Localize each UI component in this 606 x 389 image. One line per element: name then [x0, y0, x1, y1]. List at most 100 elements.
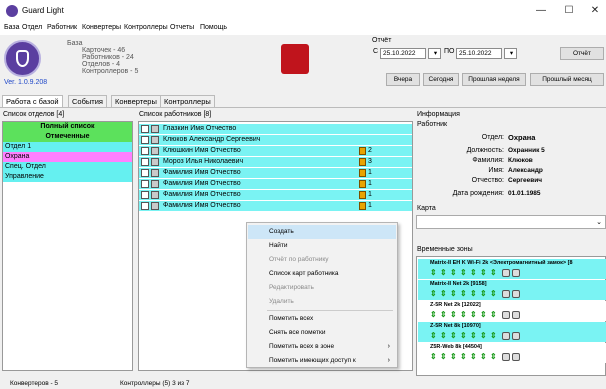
menu-converters[interactable]: Конвертеры — [82, 24, 121, 31]
chevron-down-icon: ⌄ — [596, 219, 602, 226]
zone-arrow-icon: ⇕ — [460, 352, 467, 361]
report-panel: Отчёт С 25.10.2022 ▾ ПО 25.10.2022 ▾ Отч… — [370, 37, 606, 89]
report-heading: Отчёт — [372, 37, 392, 44]
zone-state-icon — [502, 311, 510, 319]
zone-arrow-icon: ⇕ — [470, 331, 477, 340]
employee-row[interactable]: Фамилия Имя Отчество 1 — [139, 168, 412, 178]
row-checkbox[interactable] — [141, 158, 149, 166]
zone-arrow-icon: ⇕ — [480, 289, 487, 298]
menu-mark-access-label: Пометить имеющих доступ к — [269, 357, 356, 364]
photo-icon — [151, 180, 159, 188]
zone-arrow-icon: ⇕ — [430, 352, 437, 361]
today-button[interactable]: Сегодня — [423, 73, 459, 86]
tab-converters[interactable]: Конвертеры — [111, 95, 161, 107]
row-checkbox[interactable] — [141, 202, 149, 210]
dept-item[interactable]: Спец. Отдел — [3, 162, 132, 172]
zone-arrow-icon: ⇕ — [480, 268, 487, 277]
row-checkbox[interactable] — [141, 136, 149, 144]
zone-arrow-icon: ⇕ — [480, 331, 487, 340]
menu-find[interactable]: Найти — [248, 239, 396, 253]
zone-arrow-icon: ⇕ — [490, 289, 497, 298]
menu-dept[interactable]: Отдел — [22, 24, 42, 31]
menu-worker[interactable]: Работник — [47, 24, 77, 31]
maximize-button[interactable]: ☐ — [562, 4, 576, 18]
menu-delete[interactable]: Удалить — [248, 295, 396, 309]
dept-label: Отдел: — [481, 134, 504, 141]
menu-mark-in-zone[interactable]: Пометить всех в зоне › — [248, 340, 396, 354]
menu-create[interactable]: Создать — [248, 225, 396, 239]
employee-name: Клюков Александр Сергеевич — [163, 136, 261, 143]
zone-row[interactable]: Matrix-II Net 2k [9158] ⇕ ⇕ ⇕ ⇕ ⇕ ⇕ ⇕ — [418, 280, 606, 300]
zone-arrow-icon: ⇕ — [490, 268, 497, 277]
zone-state-icon — [502, 332, 510, 340]
zone-arrow-icon: ⇕ — [470, 310, 477, 319]
map-select[interactable]: ⌄ — [416, 215, 606, 229]
tab-controllers[interactable]: Контроллеры — [160, 95, 215, 107]
zone-row[interactable]: Z-5R Net 2k [12022] ⇕ ⇕ ⇕ ⇕ ⇕ ⇕ ⇕ — [418, 301, 606, 321]
zone-arrow-icon: ⇕ — [480, 310, 487, 319]
menu-base[interactable]: База — [4, 24, 20, 31]
menu-worker-report[interactable]: Отчёт по работнику — [248, 253, 396, 267]
employee-row[interactable]: Клюков Александр Сергеевич — [139, 135, 412, 145]
from-date-picker-icon[interactable]: ▾ — [428, 48, 441, 59]
zone-row[interactable]: Z-5R Net 8k [10970] ⇕ ⇕ ⇕ ⇕ ⇕ ⇕ ⇕ — [418, 322, 606, 342]
zone-state-icon — [512, 353, 520, 361]
from-date-input[interactable]: 25.10.2022 — [380, 48, 426, 59]
last-week-button[interactable]: Прошлая неделя — [462, 73, 526, 86]
dept-item[interactable]: Отдел 1 — [3, 142, 132, 152]
name-value: Александр — [508, 167, 543, 174]
menu-unmark-all[interactable]: Снять все пометки — [248, 326, 396, 340]
dept-item[interactable]: Управление — [3, 172, 132, 182]
employee-row[interactable]: Фамилия Имя Отчество 1 — [139, 179, 412, 189]
dept-item-full[interactable]: Полный список — [3, 122, 132, 132]
zone-arrow-icon: ⇕ — [460, 310, 467, 319]
name-label: Имя: — [488, 167, 504, 174]
base-summary: База Карточек - 46 Работников - 24 Отдел… — [44, 38, 244, 82]
employee-row[interactable]: Фамилия Имя Отчество 1 — [139, 201, 412, 211]
to-date-input[interactable]: 25.10.2022 — [456, 48, 502, 59]
row-checkbox[interactable] — [141, 147, 149, 155]
photo-icon — [151, 158, 159, 166]
employee-row[interactable]: Клюшкин Имя Отчество 2 — [139, 146, 412, 156]
zone-row[interactable]: Z5R-Web 8k [44504] ⇕ ⇕ ⇕ ⇕ ⇕ ⇕ ⇕ — [418, 343, 606, 363]
employee-row[interactable]: Глазкин Имя Отчество — [139, 124, 412, 134]
row-checkbox[interactable] — [141, 125, 149, 133]
context-menu: Создать Найти Отчёт по работнику Список … — [246, 222, 398, 368]
time-zones-list[interactable]: Matrix-II EH K Wi-Fi 2k <Электромагнитны… — [416, 256, 606, 376]
yesterday-button[interactable]: Вчера — [386, 73, 420, 86]
position-label: Должность: — [466, 147, 504, 154]
zone-row[interactable]: Matrix-II EH K Wi-Fi 2k <Электромагнитны… — [418, 259, 606, 279]
submenu-arrow-icon: › — [387, 343, 390, 350]
dept-list[interactable]: Полный список Отмеченные Отдел 1 Охрана … — [2, 121, 133, 371]
dept-item-marked[interactable]: Отмеченные — [3, 132, 132, 142]
tab-database[interactable]: Работа с базой — [2, 95, 63, 107]
menu-card-list[interactable]: Список карт работника — [248, 267, 396, 281]
menu-reports[interactable]: Отчеты — [170, 24, 194, 31]
row-checkbox[interactable] — [141, 180, 149, 188]
patronymic-label: Отчество: — [471, 177, 504, 184]
version-label: Ver. 1.0.9.208 — [4, 79, 48, 86]
row-checkbox[interactable] — [141, 169, 149, 177]
close-button[interactable]: ✕ — [588, 4, 602, 18]
dept-item[interactable]: Охрана — [3, 152, 132, 162]
card-count: 1 — [368, 180, 372, 187]
position-value: Охранник 5 — [508, 147, 545, 154]
tab-events[interactable]: События — [68, 95, 107, 107]
employee-row[interactable]: Фамилия Имя Отчество 1 — [139, 190, 412, 200]
report-button[interactable]: Отчёт — [560, 47, 604, 60]
cards-count: Карточек - 46 — [82, 47, 126, 54]
birth-value: 01.01.1985 — [508, 190, 541, 197]
menu-mark-access[interactable]: Пометить имеющих доступ к › — [248, 354, 396, 368]
minimize-button[interactable]: — — [534, 4, 548, 18]
menu-edit[interactable]: Редактировать — [248, 281, 396, 295]
menu-help[interactable]: Помощь — [200, 24, 227, 31]
menu-mark-all[interactable]: Пометить всех — [248, 312, 396, 326]
menu-controllers[interactable]: Контроллеры — [124, 24, 168, 31]
last-month-button[interactable]: Прошлый месяц — [530, 73, 604, 86]
row-checkbox[interactable] — [141, 191, 149, 199]
zone-arrow-icon: ⇕ — [450, 289, 457, 298]
employee-row[interactable]: Мороз Илья Николаевич 3 — [139, 157, 412, 167]
to-date-picker-icon[interactable]: ▾ — [504, 48, 517, 59]
patronymic-value: Сергеевич — [508, 177, 542, 184]
window-title: Guard Light — [22, 6, 64, 15]
